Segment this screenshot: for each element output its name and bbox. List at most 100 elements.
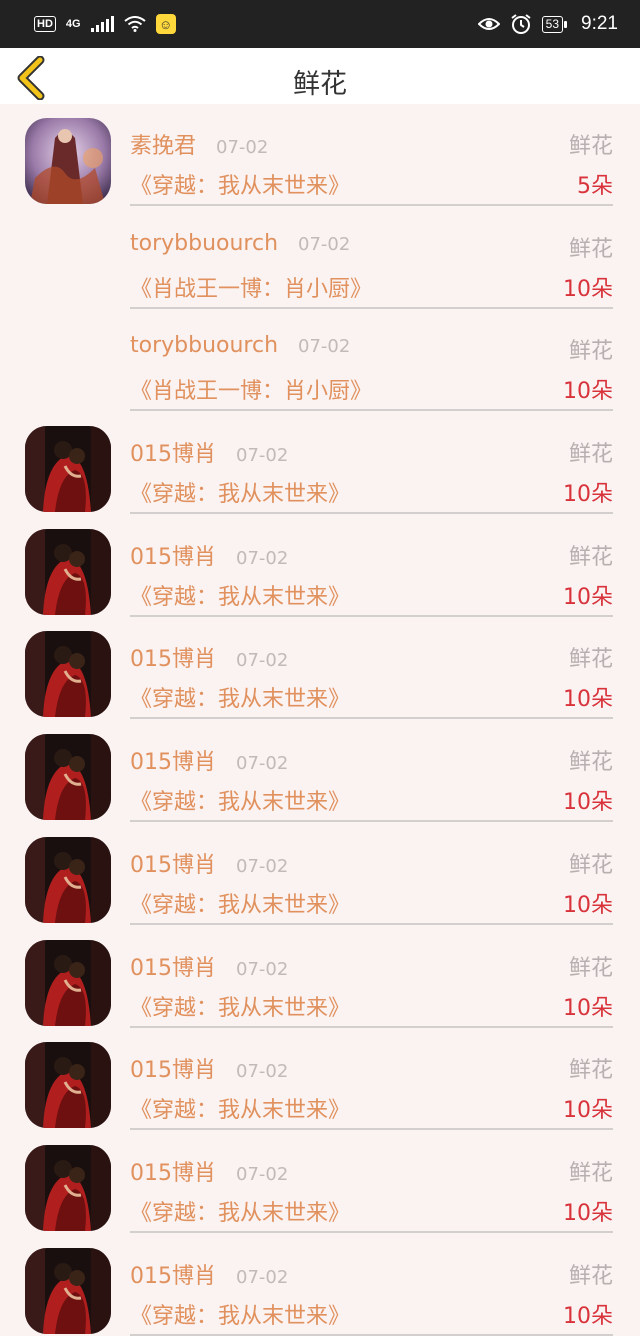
record-date: 07-02 bbox=[298, 233, 351, 255]
record-header: 015博肖 07-02 bbox=[130, 1155, 288, 1187]
user-name[interactable]: 015博肖 bbox=[130, 1258, 216, 1290]
gift-type: 鲜花 bbox=[568, 852, 613, 878]
book-title[interactable]: 《穿越：我从末世来》 bbox=[130, 887, 350, 919]
book-title[interactable]: 《穿越：我从末世来》 bbox=[130, 784, 350, 816]
book-title[interactable]: 《肖战王一博：肖小厨》 bbox=[130, 271, 372, 303]
eye-icon bbox=[477, 18, 500, 30]
list-item[interactable]: 015博肖 07-02 鲜花 《穿越：我从末世来》 10朵 bbox=[0, 412, 640, 515]
list-item[interactable]: 015博肖 07-02 鲜花《穿越：我从末世来》 10朵 bbox=[0, 515, 640, 618]
user-name[interactable]: 015博肖 bbox=[130, 641, 216, 673]
alarm-icon bbox=[511, 14, 531, 34]
flower-record-list: 素挽君 07-02 鲜花 《穿越：我从末世来》 5朵 torybbuourch 07-02 鲜… bbox=[0, 104, 640, 1336]
list-item[interactable]: 015博肖 07-02 鲜花《穿越：我从末世来》 10朵 bbox=[0, 926, 640, 1029]
record-date: 07-02 bbox=[236, 1163, 289, 1185]
user-name[interactable]: 素挽君 bbox=[130, 128, 196, 160]
divider bbox=[130, 1333, 613, 1336]
list-item[interactable]: torybbuourch 07-02 鲜花 《肖战王一博：肖小厨》 10朵 bbox=[0, 207, 640, 310]
record-header: 015博肖 07-02 bbox=[130, 1052, 288, 1084]
user-name[interactable]: 015博肖 bbox=[130, 744, 216, 776]
hd-icon: HD bbox=[34, 16, 56, 32]
gift-type: 鲜花 bbox=[568, 544, 613, 570]
divider bbox=[130, 306, 613, 309]
record-date: 07-02 bbox=[236, 1266, 289, 1288]
flower-count: 10朵 bbox=[563, 1303, 613, 1329]
list-item[interactable]: 素挽君 07-02 鲜花 《穿越：我从末世来》 5朵 bbox=[0, 104, 640, 207]
record-date: 07-02 bbox=[236, 547, 289, 569]
nav-bar: 鲜花 bbox=[0, 48, 640, 104]
flower-count: 10朵 bbox=[563, 482, 613, 508]
book-title[interactable]: 《穿越：我从末世来》 bbox=[130, 1298, 350, 1330]
record-date: 07-02 bbox=[298, 336, 351, 358]
record-header: 素挽君 07-02 bbox=[130, 128, 268, 160]
flower-count: 10朵 bbox=[563, 687, 613, 713]
record-date: 07-02 bbox=[236, 650, 289, 672]
record-header: 015博肖 07-02 bbox=[130, 744, 288, 776]
avatar[interactable] bbox=[25, 1144, 111, 1231]
signal-icon bbox=[90, 16, 114, 32]
record-header: torybbuourch 07-02 bbox=[130, 231, 350, 256]
divider bbox=[130, 1128, 613, 1131]
emoji-notification-icon: ☺ bbox=[155, 14, 176, 34]
divider bbox=[130, 717, 613, 720]
divider bbox=[130, 922, 613, 925]
book-title[interactable]: 《穿越：我从末世来》 bbox=[130, 168, 350, 200]
list-item[interactable]: 015博肖 07-02 鲜花 《穿越：我从末世来》 10朵 bbox=[0, 720, 640, 823]
book-title[interactable]: 《穿越：我从末世来》 bbox=[130, 1092, 350, 1124]
avatar[interactable] bbox=[25, 1042, 111, 1129]
flower-count: 10朵 bbox=[563, 995, 613, 1021]
status-bar: HD 4G ☺ 53 9:21 bbox=[0, 0, 640, 48]
avatar[interactable] bbox=[25, 426, 111, 513]
flower-count: 10朵 bbox=[563, 1200, 613, 1226]
user-name[interactable]: 015博肖 bbox=[130, 539, 216, 571]
divider bbox=[130, 409, 613, 412]
list-item[interactable]: torybbuourch 07-02 鲜花 《肖战王一博：肖小厨》 10朵 bbox=[0, 309, 640, 412]
list-item[interactable]: 015博肖 07-02 鲜花《穿越：我从末世来》 10朵 bbox=[0, 1131, 640, 1234]
record-header: 015博肖 07-02 bbox=[130, 847, 288, 879]
status-bar-left: HD 4G ☺ bbox=[34, 14, 176, 34]
gift-type: 鲜花 bbox=[568, 1058, 613, 1084]
divider bbox=[130, 1025, 613, 1028]
gift-type: 鲜花 bbox=[568, 750, 613, 776]
book-title[interactable]: 《穿越：我从末世来》 bbox=[130, 1195, 350, 1227]
list-item[interactable]: 015博肖 07-02 鲜花《穿越：我从末世来》 10朵 bbox=[0, 1028, 640, 1131]
flower-count: 10朵 bbox=[563, 584, 613, 610]
book-title[interactable]: 《穿越：我从末世来》 bbox=[130, 990, 350, 1022]
divider bbox=[130, 614, 613, 617]
list-item[interactable]: 015博肖 07-02 鲜花 《穿越：我从末世来》 10朵 bbox=[0, 617, 640, 720]
user-name[interactable]: 015博肖 bbox=[130, 847, 216, 879]
flower-count: 10朵 bbox=[563, 1098, 613, 1124]
divider bbox=[130, 1230, 613, 1233]
user-name[interactable]: 015博肖 bbox=[130, 1052, 216, 1084]
avatar[interactable] bbox=[25, 118, 111, 204]
avatar[interactable] bbox=[25, 734, 111, 821]
gift-type: 鲜花 bbox=[568, 1160, 613, 1186]
user-name[interactable]: torybbuourch bbox=[130, 333, 278, 358]
user-name[interactable]: 015博肖 bbox=[130, 1155, 216, 1187]
gift-type: 鲜花 bbox=[568, 955, 613, 981]
record-date: 07-02 bbox=[236, 753, 289, 775]
gift-type: 鲜花 bbox=[568, 1263, 613, 1289]
book-title[interactable]: 《穿越：我从末世来》 bbox=[130, 476, 350, 508]
user-name[interactable]: 015博肖 bbox=[130, 950, 216, 982]
user-name[interactable]: torybbuourch bbox=[130, 231, 278, 256]
record-header: 015博肖 07-02 bbox=[130, 436, 288, 468]
record-header: 015博肖 07-02 bbox=[130, 950, 288, 982]
network-type: 4G bbox=[65, 18, 81, 30]
user-name[interactable]: 015博肖 bbox=[130, 436, 216, 468]
flower-count: 10朵 bbox=[563, 276, 613, 302]
avatar[interactable] bbox=[25, 939, 111, 1026]
book-title[interactable]: 《穿越：我从末世来》 bbox=[130, 579, 350, 611]
list-item[interactable]: 015博肖 07-02 鲜花《穿越：我从末世来》 10朵 bbox=[0, 1234, 640, 1336]
book-title[interactable]: 《肖战王一博：肖小厨》 bbox=[130, 373, 372, 405]
avatar[interactable] bbox=[25, 1247, 111, 1334]
gift-type: 鲜花 bbox=[568, 339, 613, 365]
record-header: 015博肖 07-02 bbox=[130, 1258, 288, 1290]
avatar[interactable] bbox=[25, 528, 111, 615]
book-title[interactable]: 《穿越：我从末世来》 bbox=[130, 681, 350, 713]
list-item[interactable]: 015博肖 07-02 鲜花《穿越：我从末世来》 10朵 bbox=[0, 823, 640, 926]
flower-count: 10朵 bbox=[563, 892, 613, 918]
wifi-icon bbox=[123, 16, 146, 32]
avatar[interactable] bbox=[25, 631, 111, 718]
avatar[interactable] bbox=[25, 836, 111, 923]
divider bbox=[130, 820, 613, 823]
